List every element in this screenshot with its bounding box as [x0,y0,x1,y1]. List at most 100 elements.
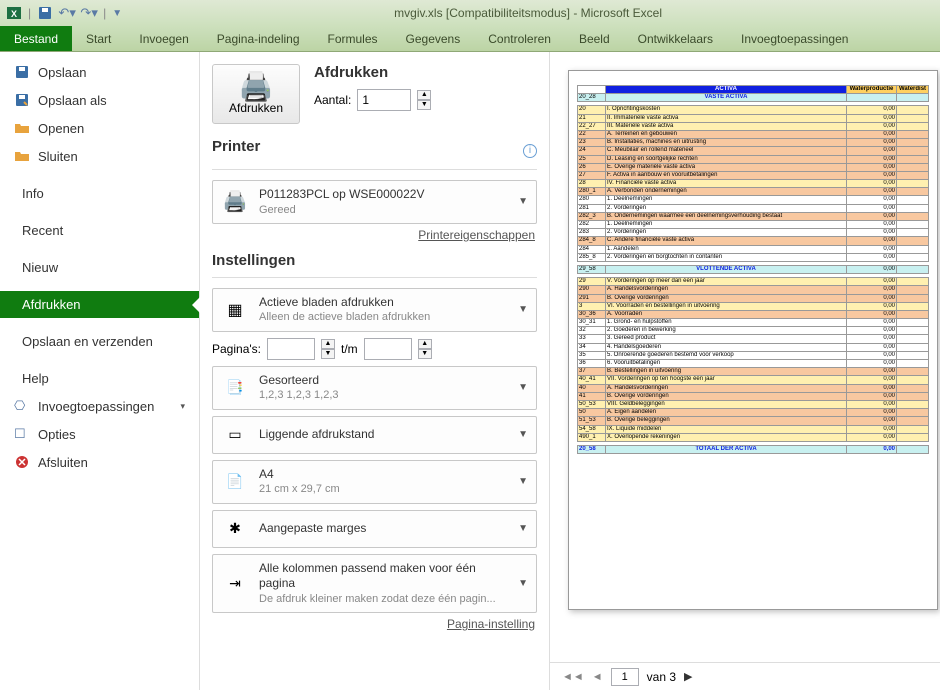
header-col2: Waterdist [897,86,929,94]
nav-help[interactable]: Help [0,365,199,392]
collate-sub: 1,2,3 1,2,3 1,2,3 [259,388,508,402]
redo-icon[interactable]: ↷▾ [81,5,97,21]
tab-addins[interactable]: Invoegtoepassingen [727,26,862,51]
margins-dropdown[interactable]: ✱ Aangepaste marges ▼ [212,510,537,548]
printer-ready-icon: 🖨️ [221,190,249,214]
table-row: 22A. Terreinen en gebouwen0,00 [578,130,929,138]
table-row: 344. Handelsgoederen0,00 [578,343,929,351]
titlebar: X | ↶▾ ↷▾ | ▼ mvgiv.xls [Compatibiliteit… [0,0,940,26]
pager-prev-icon[interactable]: ◄ [592,671,603,683]
pages-from-spinner[interactable]: ▲▼ [321,339,335,359]
scaling-sub: De afdruk kleiner maken zodat deze één p… [259,592,508,606]
nav-options[interactable]: ☐Opties [0,420,199,448]
nav-options-label: Opties [38,427,76,442]
undo-icon[interactable]: ↶▾ [59,5,75,21]
save-icon[interactable] [37,5,53,21]
tab-insert[interactable]: Invoegen [125,26,202,51]
table-row: 2832. Vorderingen0,00 [578,229,929,237]
nav-close[interactable]: Sluiten [0,142,199,170]
pages-to-spinner[interactable]: ▲▼ [418,339,432,359]
tab-data[interactable]: Gegevens [392,26,475,51]
printer-dropdown[interactable]: 🖨️ P011283PCL op WSE000022V Gereed ▼ [212,180,537,224]
folder-open-icon [14,120,30,136]
page-setup-link[interactable]: Pagina-instelling [447,617,535,631]
print-button-label: Afdrukken [217,101,295,115]
table-row: 2801. Deelnemingen0,00 [578,196,929,204]
printer-properties-link[interactable]: Printereigenschappen [418,228,535,242]
nav-addins[interactable]: ⎔Invoegtoepassingen▾ [0,392,199,420]
pager-current-input[interactable] [611,668,639,686]
tab-formulas[interactable]: Formules [314,26,392,51]
qat-separator: | [103,6,106,20]
tab-view[interactable]: Beeld [565,26,624,51]
scaling-label: Alle kolommen passend maken voor één pag… [259,561,508,592]
table-row: 2841. Aandelen0,00 [578,245,929,253]
table-row: 2821. Deelnemingen0,00 [578,221,929,229]
collate-dropdown[interactable]: 📑 Gesorteerd 1,2,3 1,2,3 1,2,3 ▼ [212,366,537,410]
paper-dropdown[interactable]: 📄 A4 21 cm x 29,7 cm ▼ [212,460,537,504]
dropdown-icon: ▾ [180,401,185,412]
nav-saveas[interactable]: Opslaan als [0,86,199,114]
orientation-dropdown[interactable]: ▭ Liggende afdrukstand ▼ [212,416,537,454]
save-icon [14,64,30,80]
spinner-up-icon[interactable]: ▲ [417,90,431,100]
dropdown-arrow-icon: ▼ [518,304,528,315]
nav-recent-label: Recent [22,223,63,238]
table-row: 23B. Installaties, machines en uitrustin… [578,139,929,147]
table-row: 282_3B. Ondernemingen waarmee een deelne… [578,212,929,220]
table-row: 28IV. Financiële vaste activa0,00 [578,180,929,188]
nav-print[interactable]: Afdrukken [0,291,199,318]
table-row: 30_36A. Voorraden0,00 [578,310,929,318]
nav-save[interactable]: Opslaan [0,58,199,86]
table-row: 280_1A. Verbonden ondernemingen0,00 [578,188,929,196]
table-row: 322. Goederen in bewerking0,00 [578,327,929,335]
printer-section-title: Printer [212,138,260,155]
print-what-label: Actieve bladen afdrukken [259,295,508,311]
scaling-dropdown[interactable]: ⇥ Alle kolommen passend maken voor één p… [212,554,537,613]
tab-pagelayout[interactable]: Pagina-indeling [203,26,314,51]
pages-to-input[interactable] [364,338,412,360]
svg-text:X: X [11,9,17,19]
paper-label: A4 [259,467,508,483]
tab-developer[interactable]: Ontwikkelaars [624,26,727,51]
nav-savesend-label: Opslaan en verzenden [22,334,153,349]
nav-open-label: Openen [38,121,84,136]
pager-first-icon[interactable]: ◄◄ [562,671,584,683]
paper-sub: 21 cm x 29,7 cm [259,482,508,496]
pager-next-icon[interactable]: ▶ [684,670,692,683]
nav-savesend[interactable]: Opslaan en verzenden [0,328,199,355]
copies-spinner[interactable]: ▲▼ [417,90,431,110]
print-title: Afdrukken [314,64,431,81]
nav-recent[interactable]: Recent [0,217,199,244]
qat-customize-icon[interactable]: ▼ [112,8,122,19]
spinner-down-icon[interactable]: ▼ [417,100,431,110]
table-row: 50A. Eigen aandelen0,00 [578,409,929,417]
nav-info[interactable]: Info [0,180,199,207]
tab-review[interactable]: Controleren [474,26,565,51]
nav-info-label: Info [22,186,44,201]
table-row: 21II. Immateriële vaste activa0,00 [578,114,929,122]
tab-file[interactable]: Bestand [0,26,72,51]
print-button[interactable]: 🖨️ Afdrukken [212,64,300,124]
table-row: 333. Gereed product0,00 [578,335,929,343]
table-row: 366. Vooruitbetalingen0,00 [578,360,929,368]
printer-name: P011283PCL op WSE000022V [259,187,508,203]
nav-new[interactable]: Nieuw [0,254,199,281]
printer-status: Gereed [259,203,508,217]
nav-open[interactable]: Openen [0,114,199,142]
print-what-dropdown[interactable]: ▦ Actieve bladen afdrukken Alleen de act… [212,288,537,332]
nav-exit[interactable]: Afsluiten [0,448,199,476]
pages-from-input[interactable] [267,338,315,360]
tab-home[interactable]: Start [72,26,125,51]
excel-icon: X [6,5,22,21]
table-row: 51_53B. Overige beleggingen0,00 [578,417,929,425]
table-row: 40_41VII. Vorderingen op ten hoogste één… [578,376,929,384]
orientation-label: Liggende afdrukstand [259,427,508,443]
pages-label: Pagina's: [212,342,261,356]
copies-input[interactable] [357,89,411,111]
saveas-icon [14,92,30,108]
table-row: 285_82. Vorderingen en borgtochten in co… [578,253,929,261]
printer-info-icon[interactable]: i [523,144,537,158]
table-row: 20I. Oprichtingskosten0,00 [578,106,929,114]
table-row: 50_53VIII. Geldbeleggingen0,00 [578,400,929,408]
